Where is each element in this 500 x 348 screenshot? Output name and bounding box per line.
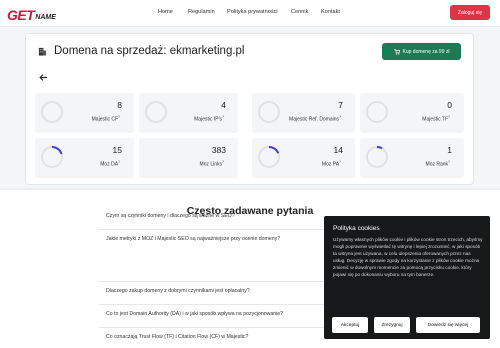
domain-card: Domena na sprzedaż: ekmarketing.pl Kup d… [25,33,474,185]
metric-label: Majestic IP's? [194,115,224,123]
metric-majestic-tf: 0 Majestic TF? [360,93,464,133]
page-title: Domena na sprzedaż: ekmarketing.pl [54,45,245,57]
metric-value: 0 [447,100,452,110]
metric-majestic-cf: 8 Majestic CF? [35,93,134,133]
metric-value: 1 [447,145,452,155]
metric-moz-links: 383 Moz Links? [139,138,238,178]
cookie-text: Używamy własnych plików cookie i plików … [333,237,483,277]
metric-majestic-ips: 4 Majestic IP's? [139,93,238,133]
metric-value: 14 [333,145,343,155]
metric-value: 15 [112,145,122,155]
metric-value: 4 [221,100,226,110]
cookie-accept-button[interactable]: Akceptuj [332,317,368,333]
metric-majestic-ref-domains: 7 Majestic Ref. Domains? [252,93,355,133]
metric-label: Moz PA? [321,160,341,168]
cookie-more-button[interactable]: Dowiedz się więcej [416,317,480,333]
metric-label: Moz DA? [100,160,120,168]
metric-label: Majestic Ref. Domains? [289,115,341,123]
buy-domain-button[interactable]: Kup domenę za 99 zł [382,43,461,60]
cart-icon [393,48,400,55]
buy-domain-label: Kup domenę za 99 zł [402,48,450,55]
card-header: Domena na sprzedaż: ekmarketing.pl [38,45,245,57]
nav-link-cennik[interactable]: Cennik [291,9,308,15]
metric-label: Majestic CF? [91,115,120,123]
metric-moz-rank: 1 Moz Rank? [360,138,464,178]
metric-label: Moz Links? [199,160,224,168]
metric-value: 7 [338,100,343,110]
logo-main-text: GET [7,7,35,23]
metric-value: 8 [117,100,122,110]
site-logo[interactable]: GET NAME [7,6,56,22]
arrow-left-icon[interactable] [39,73,48,84]
top-navbar: GET NAME Home Regulamin Polityka prywatn… [0,0,500,27]
building-icon [38,47,47,56]
nav-link-privacy[interactable]: Polityka prywatności [227,9,278,15]
metric-label: Majestic TF? [422,115,450,123]
cookie-reject-button[interactable]: Zrezygnuj [374,317,410,333]
cookie-dialog: Polityka cookies Używamy własnych plików… [324,216,490,339]
metric-moz-pa: 14 Moz PA? [252,138,355,178]
nav-link-regulamin[interactable]: Regulamin [188,9,215,15]
nav-link-kontakt[interactable]: Kontakt [321,9,340,15]
login-button[interactable]: Zaloguj się [450,5,490,20]
cookie-title: Polityka cookies [333,225,380,232]
nav-link-home[interactable]: Home [158,9,173,15]
metric-value: 383 [211,145,226,155]
metric-moz-da: 15 Moz DA? [35,138,134,178]
logo-sub-text: NAME [35,14,56,21]
metric-label: Moz Rank? [425,160,450,168]
